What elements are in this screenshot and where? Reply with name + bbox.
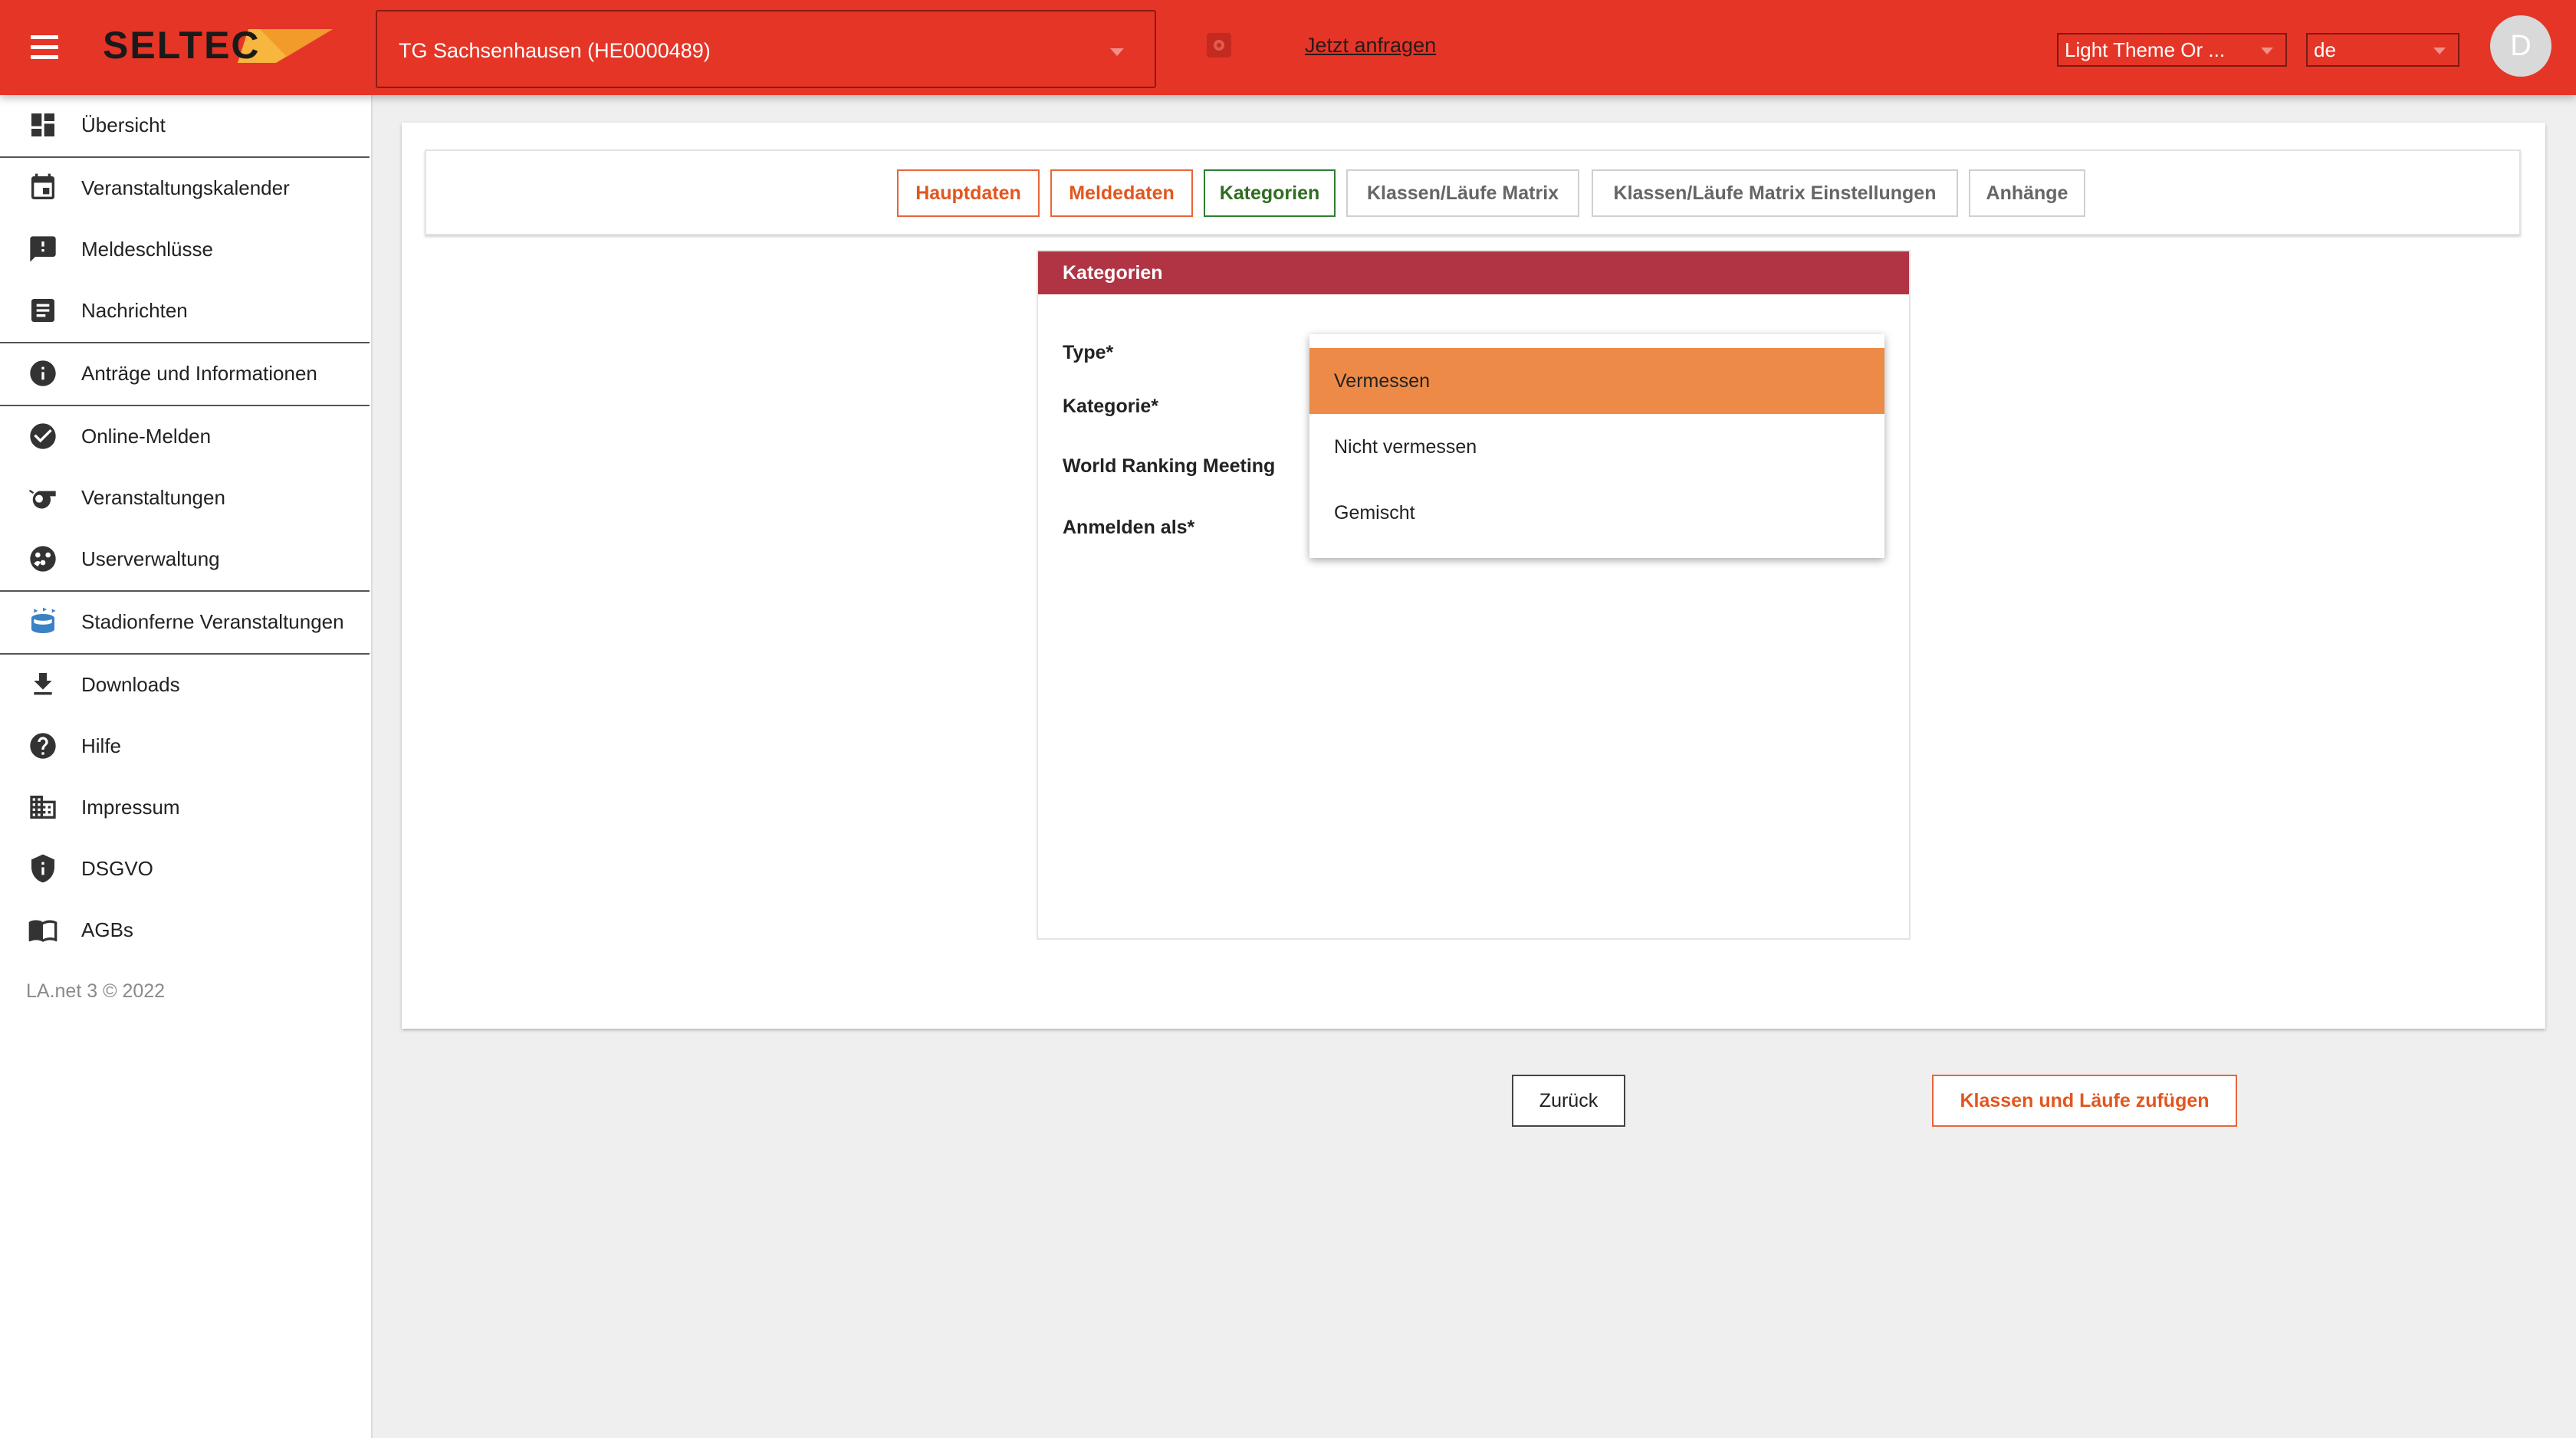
sidebar-item-label: Downloads bbox=[81, 673, 180, 696]
club-select[interactable]: TG Sachsenhausen (HE0000489) bbox=[376, 10, 1156, 88]
chevron-down-icon bbox=[1110, 48, 1124, 56]
sidebar-item-hilfe[interactable]: Hilfe bbox=[0, 716, 370, 776]
chevron-down-icon bbox=[2261, 48, 2273, 54]
panel-title: Kategorien bbox=[1038, 251, 1909, 294]
theme-select-value: Light Theme Or ... bbox=[2065, 38, 2226, 61]
avatar[interactable]: D bbox=[2490, 15, 2551, 77]
type-option-nicht-vermessen[interactable]: Nicht vermessen bbox=[1309, 414, 1884, 480]
article-icon bbox=[31, 299, 54, 322]
main-card: Hauptdaten Meldedaten Kategorien Klassen… bbox=[402, 123, 2545, 1127]
type-option-vermessen[interactable]: Vermessen bbox=[1309, 348, 1884, 414]
sidebar-item-meldeschluesse[interactable]: Meldeschlüsse bbox=[0, 219, 370, 279]
help-icon bbox=[30, 733, 56, 759]
sidebar-item-impressum[interactable]: Impressum bbox=[0, 777, 370, 837]
copyright: LA.net 3 © 2022 bbox=[26, 980, 166, 1002]
sidebar-item-downloads[interactable]: Downloads bbox=[0, 655, 370, 714]
type-dropdown-menu: Vermessen Nicht vermessen Gemischt bbox=[1309, 334, 1884, 558]
sidebar-item-label: Übersicht bbox=[81, 113, 166, 136]
dashboard-icon bbox=[31, 113, 54, 136]
tab-meldedaten[interactable]: Meldedaten bbox=[1050, 169, 1193, 217]
sidebar-item-label: DSGVO bbox=[81, 857, 153, 880]
sidebar-item-uebersicht[interactable]: Übersicht bbox=[0, 95, 370, 155]
sidebar-item-label: Nachrichten bbox=[81, 299, 188, 322]
whistle-icon bbox=[28, 490, 56, 509]
chevron-down-icon bbox=[2433, 48, 2446, 54]
sidebar-item-label: Anträge und Informationen bbox=[81, 362, 317, 385]
sidebar-item-veranstaltungskalender[interactable]: Veranstaltungskalender bbox=[0, 158, 370, 218]
club-select-value: TG Sachsenhausen (HE0000489) bbox=[399, 39, 711, 62]
language-select-value: de bbox=[2314, 38, 2336, 61]
tab-hauptdaten[interactable]: Hauptdaten bbox=[897, 169, 1040, 217]
sidebar-item-label: Online-Melden bbox=[81, 425, 212, 448]
book-icon bbox=[28, 920, 58, 942]
info-icon bbox=[30, 360, 56, 386]
sidebar-item-label: Veranstaltungen bbox=[81, 486, 225, 509]
type-option-gemischt[interactable]: Gemischt bbox=[1309, 480, 1884, 546]
sidebar-item-label: Meldeschlüsse bbox=[81, 238, 213, 261]
sidebar-item-nachrichten[interactable]: Nachrichten bbox=[0, 281, 370, 340]
sidebar-item-label: Userverwaltung bbox=[81, 547, 220, 570]
sidebar: Übersicht Veranstaltungskalender Meldesc… bbox=[0, 95, 373, 1438]
tab-kategorien[interactable]: Kategorien bbox=[1204, 169, 1336, 217]
sidebar-item-label: AGBs bbox=[81, 918, 133, 941]
calendar-icon bbox=[31, 173, 54, 199]
sidebar-item-label: Impressum bbox=[81, 796, 180, 819]
request-link[interactable]: Jetzt anfragen bbox=[1305, 34, 1436, 57]
tab-klassen-laeufe-matrix[interactable]: Klassen/Läufe Matrix bbox=[1346, 169, 1579, 217]
download-icon bbox=[34, 673, 52, 695]
building-icon bbox=[30, 796, 56, 819]
sidebar-item-agbs[interactable]: AGBs bbox=[0, 900, 370, 960]
add-classes-button[interactable]: Klassen und Läufe zufügen bbox=[1932, 1075, 2237, 1127]
theme-select[interactable]: Light Theme Or ... bbox=[2057, 33, 2287, 67]
tab-matrix-einstellungen[interactable]: Klassen/Läufe Matrix Einstellungen bbox=[1592, 169, 1958, 217]
type-label: Type* bbox=[1063, 342, 1114, 363]
world-ranking-label: World Ranking Meeting bbox=[1063, 455, 1276, 477]
stadium-icon bbox=[31, 607, 56, 633]
feedback-icon bbox=[30, 236, 56, 262]
anmelden-label: Anmelden als* bbox=[1063, 517, 1195, 538]
language-select[interactable]: de bbox=[2306, 33, 2459, 67]
sidebar-item-label: Hilfe bbox=[81, 734, 122, 757]
sidebar-item-label: Stadionferne Veranstaltungen bbox=[81, 610, 344, 633]
back-button[interactable]: Zurück bbox=[1512, 1075, 1625, 1127]
sidebar-item-veranstaltungen[interactable]: Veranstaltungen bbox=[0, 468, 370, 527]
hamburger-menu-icon[interactable] bbox=[28, 31, 61, 64]
users-icon bbox=[30, 546, 56, 572]
sidebar-item-dsgvo[interactable]: DSGVO bbox=[0, 839, 370, 898]
sidebar-item-label: Veranstaltungskalender bbox=[81, 176, 290, 199]
svg-text:SELTEC: SELTEC bbox=[103, 24, 261, 67]
sidebar-item-online-melden[interactable]: Online-Melden bbox=[0, 406, 370, 466]
step-tabs: Hauptdaten Meldedaten Kategorien Klassen… bbox=[425, 149, 2521, 235]
sidebar-item-stadionferne-veranstaltungen[interactable]: Stadionferne Veranstaltungen bbox=[0, 592, 370, 652]
seltec-logo: SELTEC bbox=[103, 24, 333, 67]
top-app-bar: SELTEC TG Sachsenhausen (HE0000489) Jetz… bbox=[0, 0, 2576, 95]
tab-anhaenge[interactable]: Anhänge bbox=[1969, 169, 2085, 217]
sidebar-item-userverwaltung[interactable]: Userverwaltung bbox=[0, 529, 370, 589]
kategorie-label: Kategorie* bbox=[1063, 396, 1159, 417]
shield-icon bbox=[31, 854, 54, 883]
flower-icon[interactable] bbox=[1204, 31, 1234, 60]
sidebar-item-antraege[interactable]: Anträge und Informationen bbox=[0, 343, 370, 403]
check-circle-icon bbox=[30, 423, 56, 449]
